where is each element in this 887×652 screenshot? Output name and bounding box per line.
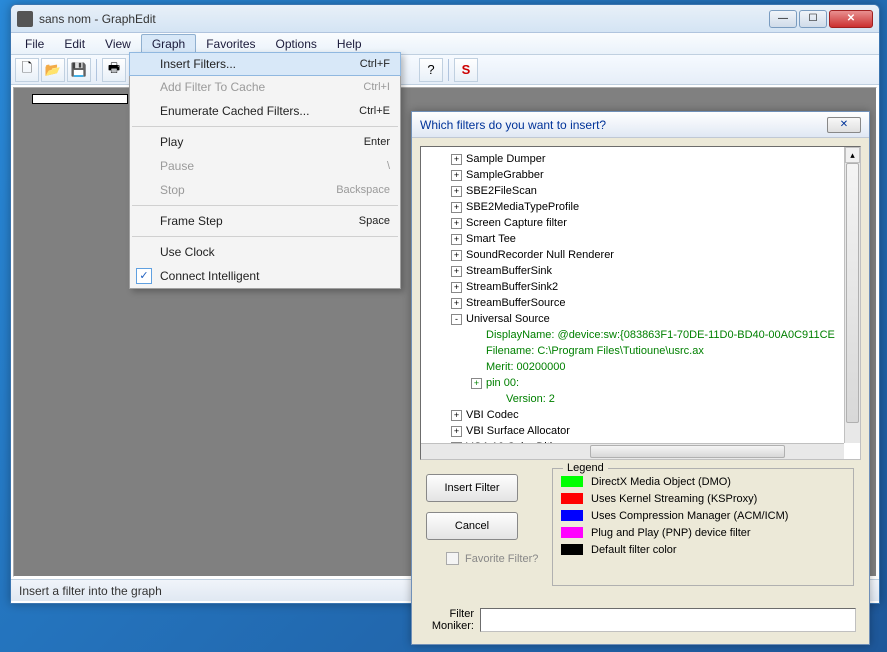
color-swatch bbox=[561, 544, 583, 555]
tree-item[interactable]: Merit: 00200000 bbox=[421, 359, 860, 375]
scrollbar-horizontal[interactable] bbox=[421, 443, 844, 459]
expand-icon[interactable]: + bbox=[451, 186, 462, 197]
insert-filters-dialog: Which filters do you want to insert? ✕ +… bbox=[411, 111, 870, 645]
tree-item[interactable]: +StreamBufferSink bbox=[421, 263, 860, 279]
tree-item[interactable]: +VBI Surface Allocator bbox=[421, 423, 860, 439]
status-text: Insert a filter into the graph bbox=[19, 584, 162, 598]
expand-icon[interactable]: + bbox=[451, 154, 462, 165]
expand-icon[interactable]: + bbox=[451, 282, 462, 293]
legend-box: Legend DirectX Media Object (DMO)Uses Ke… bbox=[552, 468, 854, 586]
tree-item[interactable]: +SBE2MediaTypeProfile bbox=[421, 199, 860, 215]
tree-item[interactable]: +SoundRecorder Null Renderer bbox=[421, 247, 860, 263]
expand-icon[interactable]: + bbox=[451, 250, 462, 261]
dialog-close-button[interactable]: ✕ bbox=[827, 117, 861, 133]
menu-stop[interactable]: StopBackspace bbox=[130, 178, 400, 202]
tree-item[interactable]: +Screen Capture filter bbox=[421, 215, 860, 231]
tree-item[interactable]: +pin 00: bbox=[421, 375, 860, 391]
menu-graph[interactable]: Graph bbox=[141, 34, 196, 54]
tree-item[interactable]: +StreamBufferSink2 bbox=[421, 279, 860, 295]
expand-icon[interactable]: + bbox=[451, 266, 462, 277]
menu-help[interactable]: Help bbox=[327, 35, 372, 53]
legend-row: DirectX Media Object (DMO) bbox=[561, 473, 845, 490]
app-icon bbox=[17, 11, 33, 27]
legend-row: Uses Kernel Streaming (KSProxy) bbox=[561, 490, 845, 507]
moniker-field[interactable] bbox=[480, 608, 856, 632]
scrollbar-vertical[interactable] bbox=[844, 147, 860, 443]
legend-title: Legend bbox=[563, 462, 608, 474]
legend-row: Plug and Play (PNP) device filter bbox=[561, 524, 845, 541]
menu-use-clock[interactable]: Use Clock bbox=[130, 240, 400, 264]
menu-pause[interactable]: Pause\ bbox=[130, 154, 400, 178]
new-icon[interactable]: 🗋 bbox=[15, 58, 39, 82]
checkbox-icon bbox=[446, 552, 459, 565]
s-button[interactable]: S bbox=[454, 58, 478, 82]
legend-row: Default filter color bbox=[561, 541, 845, 558]
insert-filter-button[interactable]: Insert Filter bbox=[426, 474, 518, 502]
tree-item[interactable]: +SBE2FileScan bbox=[421, 183, 860, 199]
menu-options[interactable]: Options bbox=[266, 35, 327, 53]
dialog-title-text: Which filters do you want to insert? bbox=[420, 118, 606, 132]
minimize-button[interactable] bbox=[769, 10, 797, 28]
legend-row: Uses Compression Manager (ACM/ICM) bbox=[561, 507, 845, 524]
menu-connect-intelligent[interactable]: ✓ Connect Intelligent bbox=[130, 264, 400, 288]
check-icon: ✓ bbox=[136, 268, 152, 284]
favorite-filter-checkbox[interactable]: Favorite Filter? bbox=[446, 552, 538, 565]
menu-frame-step[interactable]: Frame StepSpace bbox=[130, 209, 400, 233]
window-title: sans nom - GraphEdit bbox=[39, 12, 769, 26]
color-swatch bbox=[561, 510, 583, 521]
expand-icon[interactable]: + bbox=[451, 298, 462, 309]
menu-play[interactable]: PlayEnter bbox=[130, 130, 400, 154]
tree-item[interactable]: +VBI Codec bbox=[421, 407, 860, 423]
cancel-button[interactable]: Cancel bbox=[426, 512, 518, 540]
print-icon[interactable]: 🖶 bbox=[102, 58, 126, 82]
close-button[interactable] bbox=[829, 10, 873, 28]
tree-item[interactable]: +Smart Tee bbox=[421, 231, 860, 247]
expand-icon[interactable]: + bbox=[451, 218, 462, 229]
menu-file[interactable]: File bbox=[15, 35, 54, 53]
tree-item[interactable]: Version: 2 bbox=[421, 391, 860, 407]
expand-icon[interactable]: + bbox=[451, 426, 462, 437]
expand-icon[interactable]: + bbox=[451, 202, 462, 213]
expand-icon[interactable]: + bbox=[451, 234, 462, 245]
expand-icon[interactable]: + bbox=[451, 170, 462, 181]
open-icon[interactable]: 📂 bbox=[41, 58, 65, 82]
menu-favorites[interactable]: Favorites bbox=[196, 35, 265, 53]
save-icon[interactable]: 💾 bbox=[67, 58, 91, 82]
tree-item[interactable]: +SampleGrabber bbox=[421, 167, 860, 183]
expand-icon[interactable]: + bbox=[451, 410, 462, 421]
canvas-object[interactable] bbox=[32, 94, 128, 104]
dialog-titlebar[interactable]: Which filters do you want to insert? ✕ bbox=[412, 112, 869, 138]
tree-item[interactable]: +Sample Dumper bbox=[421, 151, 860, 167]
menu-enumerate-cached[interactable]: Enumerate Cached Filters...Ctrl+E bbox=[130, 99, 400, 123]
menu-add-filter-cache[interactable]: Add Filter To CacheCtrl+I bbox=[130, 75, 400, 99]
menu-insert-filters[interactable]: Insert Filters...Ctrl+F bbox=[129, 52, 401, 76]
tree-item[interactable]: -Universal Source bbox=[421, 311, 860, 327]
color-swatch bbox=[561, 476, 583, 487]
maximize-button[interactable] bbox=[799, 10, 827, 28]
filter-tree[interactable]: +Sample Dumper+SampleGrabber+SBE2FileSca… bbox=[420, 146, 861, 460]
color-swatch bbox=[561, 527, 583, 538]
tree-item[interactable]: Filename: C:\Program Files\Tutioune\usrc… bbox=[421, 343, 860, 359]
tree-item[interactable]: +StreamBufferSource bbox=[421, 295, 860, 311]
graph-menu-dropdown: Insert Filters...Ctrl+F Add Filter To Ca… bbox=[129, 52, 401, 289]
menu-edit[interactable]: Edit bbox=[54, 35, 95, 53]
titlebar[interactable]: sans nom - GraphEdit bbox=[11, 5, 879, 33]
menu-view[interactable]: View bbox=[95, 35, 141, 53]
moniker-label: Filter Moniker: bbox=[426, 608, 474, 632]
tree-item[interactable]: DisplayName: @device:sw:{083863F1-70DE-1… bbox=[421, 327, 860, 343]
help-icon[interactable]: ? bbox=[419, 58, 443, 82]
expand-icon[interactable]: + bbox=[471, 378, 482, 389]
color-swatch bbox=[561, 493, 583, 504]
collapse-icon[interactable]: - bbox=[451, 314, 462, 325]
